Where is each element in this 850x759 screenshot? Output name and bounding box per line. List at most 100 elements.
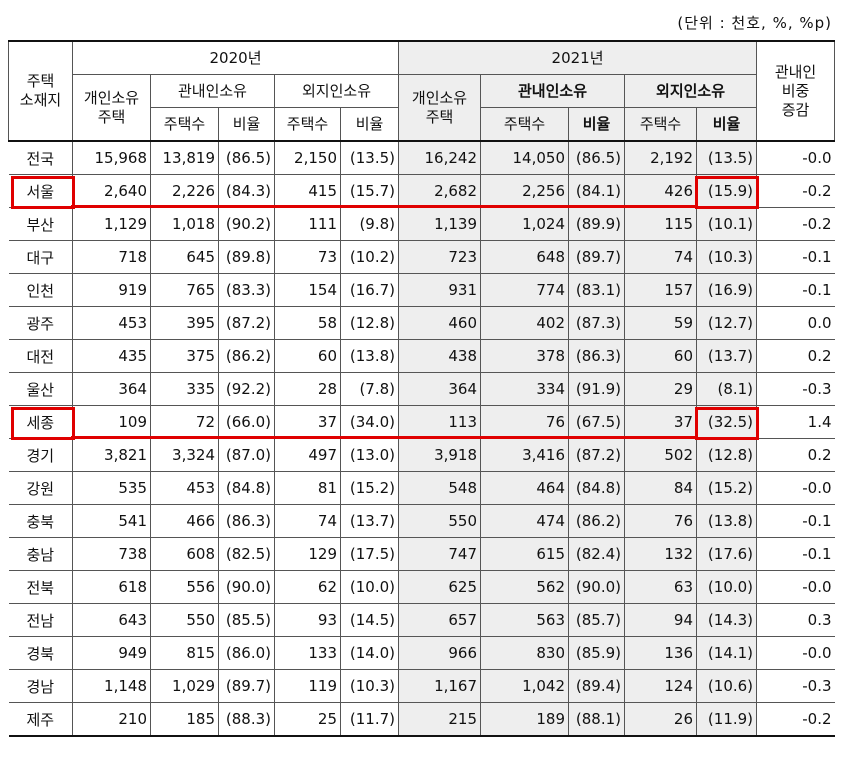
value-cell: -0.0 (756, 471, 835, 505)
value-cell: (82.4) (568, 537, 626, 571)
value-cell: 136 (624, 636, 698, 670)
value-cell: 29 (624, 372, 698, 406)
region-cell: 전북 (8, 570, 73, 604)
region-cell: 경남 (8, 669, 73, 703)
value-cell: 815 (150, 636, 219, 670)
header-houses-in-2020: 주택수 (150, 107, 219, 142)
header-change: 관내인 비중 증감 (756, 40, 836, 142)
value-cell: (89.9) (568, 207, 626, 241)
value-cell: (12.8) (339, 306, 400, 340)
value-cell: 62 (274, 570, 341, 604)
value-cell: -0.3 (756, 669, 835, 703)
value-cell: -0.0 (756, 636, 835, 670)
value-cell: (90.0) (218, 570, 275, 604)
value-cell: 502 (624, 438, 698, 472)
value-cell: 364 (72, 372, 151, 406)
value-cell: 60 (274, 339, 341, 373)
value-cell: 15,968 (72, 140, 151, 175)
region-cell: 대전 (8, 339, 73, 373)
value-cell: (11.7) (339, 702, 400, 737)
value-cell: -0.1 (756, 504, 835, 538)
value-cell: (10.6) (696, 669, 758, 703)
value-cell: 615 (480, 537, 570, 571)
value-cell: 13,819 (150, 140, 219, 175)
table-row: 세종 109 72 (66.0) 37 (34.0) 113 76 (67.5) 37 (32.5)… (8, 405, 835, 439)
header-year-2021: 2021년 (398, 40, 758, 75)
header-houses-out-2021: 주택수 (624, 107, 698, 142)
value-cell: (90.2) (218, 207, 275, 241)
region-cell: 강원 (8, 471, 73, 505)
value-cell: 1,018 (150, 207, 219, 241)
table-row: 대구 718 645 (89.8) 73 (10.2) 723 648 (89.7) 74 (10.… (8, 240, 835, 274)
value-cell: (84.8) (568, 471, 626, 505)
table-row: 울산 364 335 (92.2) 28 (7.8) 364 334 (91.9) 29 (8.1)… (8, 372, 835, 406)
value-cell: (13.5) (339, 140, 400, 175)
value-cell: (34.0) (339, 405, 400, 439)
value-cell: 643 (72, 603, 151, 637)
value-cell: -0.2 (756, 702, 835, 737)
value-cell: 93 (274, 603, 341, 637)
value-cell: 111 (274, 207, 341, 241)
value-cell: 464 (480, 471, 570, 505)
value-cell: (12.7) (696, 306, 758, 340)
value-cell: (86.3) (218, 504, 275, 538)
table-row: 전남 643 550 (85.5) 93 (14.5) 657 563 (85.7) 94 (14.… (8, 603, 835, 637)
value-cell: 550 (398, 504, 482, 538)
value-cell: 76 (624, 504, 698, 538)
value-cell: 0.2 (756, 339, 835, 373)
value-cell: -0.1 (756, 537, 835, 571)
value-cell: (89.7) (568, 240, 626, 274)
region-cell: 대구 (8, 240, 73, 274)
value-cell: 84 (624, 471, 698, 505)
value-cell: 0.0 (756, 306, 835, 340)
value-cell: 747 (398, 537, 482, 571)
value-cell: -0.1 (756, 273, 835, 307)
header-ratio-out-2021: 비율 (696, 107, 758, 142)
value-cell: 774 (480, 273, 570, 307)
value-cell: 438 (398, 339, 482, 373)
value-cell: 60 (624, 339, 698, 373)
value-cell: (89.8) (218, 240, 275, 274)
header-region: 주택 소재지 (8, 40, 73, 142)
value-cell: (13.7) (696, 339, 758, 373)
region-cell: 제주 (8, 702, 73, 737)
value-cell: 0.3 (756, 603, 835, 637)
value-cell: 115 (624, 207, 698, 241)
table-row: 충북 541 466 (86.3) 74 (13.7) 550 474 (86.2) 76 (13.… (8, 504, 835, 538)
value-cell: 58 (274, 306, 341, 340)
value-cell: (11.9) (696, 702, 758, 737)
region-cell: 세종 (8, 405, 73, 439)
value-cell: (86.0) (218, 636, 275, 670)
value-cell: 1,024 (480, 207, 570, 241)
value-cell: (32.5) (696, 405, 758, 439)
value-cell: (86.2) (568, 504, 626, 538)
value-cell: (67.5) (568, 405, 626, 439)
value-cell: -0.0 (756, 140, 835, 175)
value-cell: (85.5) (218, 603, 275, 637)
value-cell: (14.0) (339, 636, 400, 670)
header-out-2021: 외지인소유 (624, 74, 758, 108)
table-row: 경북 949 815 (86.0) 133 (14.0) 966 830 (85.9) 136 (1… (8, 636, 835, 670)
value-cell: 919 (72, 273, 151, 307)
value-cell: (15.2) (339, 471, 400, 505)
value-cell: 63 (624, 570, 698, 604)
value-cell: 1,042 (480, 669, 570, 703)
value-cell: 765 (150, 273, 219, 307)
value-cell: 931 (398, 273, 482, 307)
value-cell: -0.2 (756, 207, 835, 241)
region-cell: 울산 (8, 372, 73, 406)
value-cell: 72 (150, 405, 219, 439)
value-cell: 157 (624, 273, 698, 307)
value-cell: 378 (480, 339, 570, 373)
value-cell: 76 (480, 405, 570, 439)
region-cell: 부산 (8, 207, 73, 241)
value-cell: 657 (398, 603, 482, 637)
value-cell: (9.8) (339, 207, 400, 241)
value-cell: (88.3) (218, 702, 275, 737)
header-year-2020: 2020년 (71, 40, 400, 75)
value-cell: 625 (398, 570, 482, 604)
value-cell: 3,324 (150, 438, 219, 472)
region-cell: 서울 (8, 174, 73, 208)
value-cell: 26 (624, 702, 698, 737)
value-cell: 1,139 (398, 207, 482, 241)
